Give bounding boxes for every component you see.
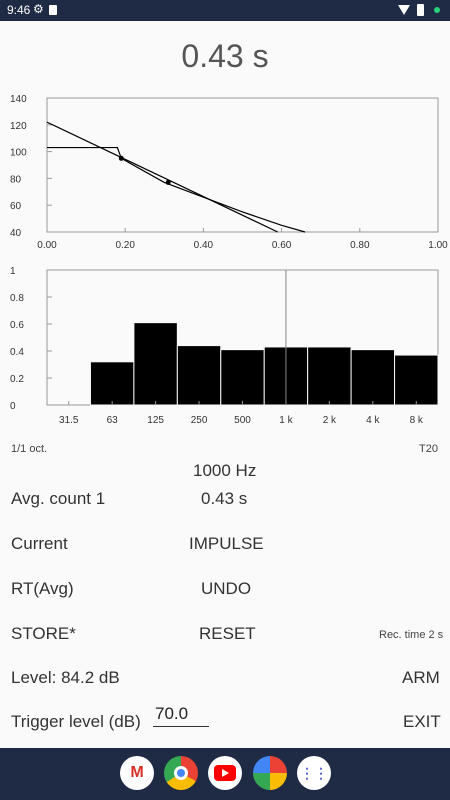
arm-button[interactable]: ARM [402,668,440,688]
spectrum-bar [307,346,352,406]
app-dock: M ⋮⋮ [0,748,450,800]
photos-icon[interactable] [253,756,287,790]
trigger-level-input[interactable] [153,703,209,727]
chrome-icon[interactable] [164,756,198,790]
spectrum-bar [133,322,178,406]
spectrum-y-tick-label: 0.6 [10,320,24,331]
rt-type-label: T20 [419,443,438,455]
impulse-button[interactable]: IMPULSE [189,534,264,554]
rt-avg-button[interactable]: RT(Avg) [11,579,74,599]
youtube-icon[interactable] [208,756,242,790]
store-button[interactable]: STORE* [11,624,76,644]
gmail-icon[interactable]: M [120,756,154,790]
spectrum-x-tick-label: 4 k [366,415,380,426]
spectrum-x-tick-label: 250 [191,415,208,426]
band-mode-label: 1/1 oct. [11,443,48,455]
spectrum-bar [394,354,439,406]
frequency-label: 1000 Hz [193,461,257,480]
spectrum-x-tick-label: 500 [234,415,251,426]
spectrum-bar [89,361,135,406]
avg-count-label: Avg. count 1 [11,489,106,508]
band-rt-value: 0.43 s [201,489,248,508]
level-readout: Level: 84.2 dB [11,668,120,687]
spectrum-bar [176,345,222,406]
spectrum-y-tick-label: 0.8 [10,293,24,304]
spectrum-y-tick-label: 0.4 [10,347,24,358]
spectrum-y-tick-label: 0.2 [10,374,24,385]
spectrum-bar [350,349,396,406]
spectrum-x-tick-label: 8 k [410,415,424,426]
spectrum-chart-svg: 1 0.8 0.6 0.4 0.2 0 31.5 63 125 250 500 1 k 2 k 4 k 8 … [10,266,439,426]
trigger-level-label: Trigger level (dB) [11,712,141,731]
app-drawer-icon[interactable]: ⋮⋮ [297,756,331,790]
current-button[interactable]: Current [11,534,68,554]
rec-time-label: Rec. time 2 s [379,629,444,641]
spectrum-y-tick-label: 0 [10,401,16,412]
spectrum-y-tick-label: 1 [10,266,16,277]
spectrum-bar [220,349,265,406]
spectrum-x-tick-label: 63 [107,415,119,426]
spectrum-x-tick-label: 31.5 [59,415,79,426]
spectrum-x-tick-label: 2 k [323,415,337,426]
spectrum-x-tick-label: 125 [147,415,164,426]
spectrum-x-tick-label: 1 k [279,415,293,426]
undo-button[interactable]: UNDO [201,579,251,599]
exit-button[interactable]: EXIT [403,712,441,732]
reset-button[interactable]: RESET [199,624,256,644]
